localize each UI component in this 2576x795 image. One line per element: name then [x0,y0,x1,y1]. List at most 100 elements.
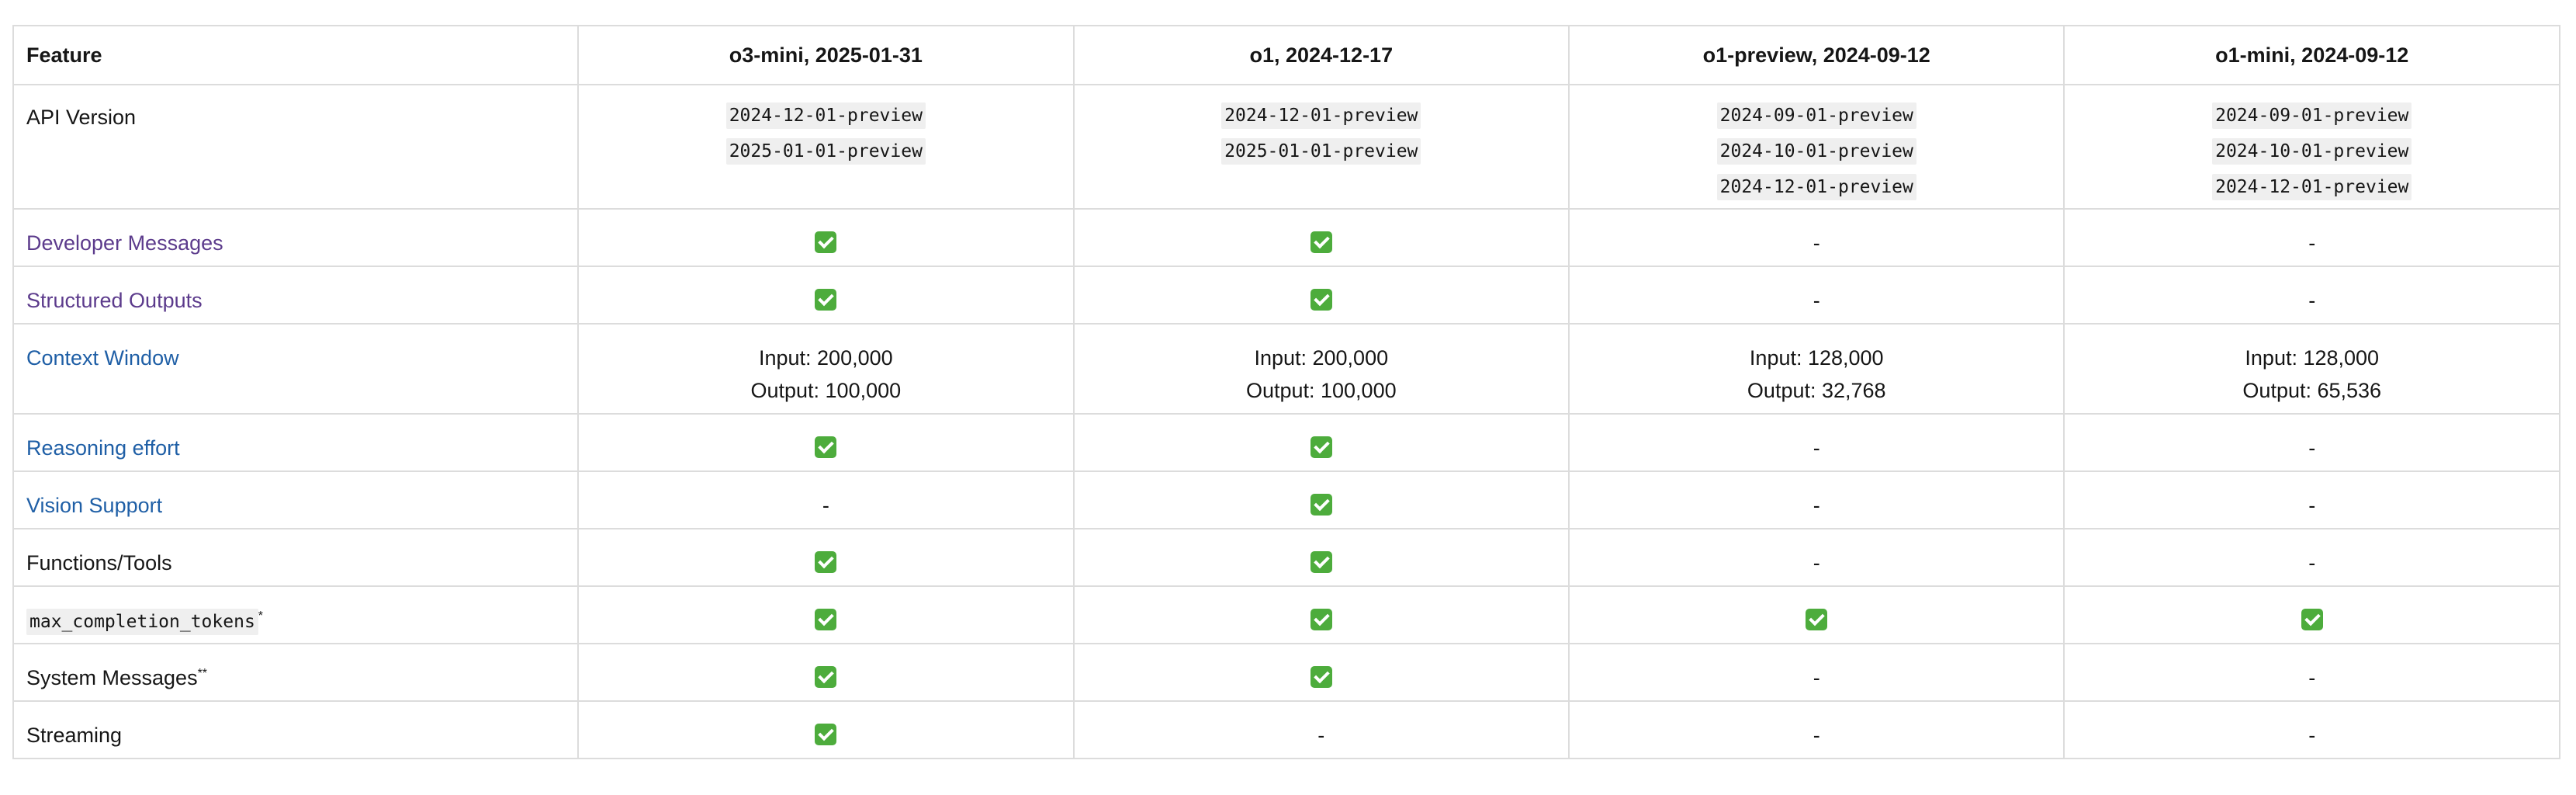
cell-value: ✅ [1072,266,1570,325]
check-mark-icon: ✅ [815,608,837,630]
check-mark-icon: ✅ [815,723,837,745]
cell-value: - [2063,528,2560,587]
dash-mark: - [1317,724,1325,747]
cell-context-o1: Input: 200,000 Output: 100,000 [1072,323,1570,415]
row-structured-outputs: Structured Outputs ✅ ✅ - - [12,266,2560,325]
dash-mark: - [2308,436,2316,460]
system-messages-text: System Messages [26,666,198,689]
footnote-marker: * [258,609,264,623]
check-mark-icon: ✅ [815,436,837,458]
api-version-code: 2024-12-01-preview [2212,174,2412,200]
cell-value: ✅ [577,413,1075,472]
check-mark-icon: ✅ [1310,288,1332,311]
label-api-version: API Version [12,84,580,210]
cell-value: ✅ [577,208,1075,267]
label-context-window: Context Window [12,323,580,415]
dash-mark: - [2308,724,2316,747]
row-functions-tools: Functions/Tools ✅ ✅ - - [12,528,2560,587]
api-version-code: 2024-09-01-preview [1716,102,1916,129]
context-window-link[interactable]: Context Window [26,346,179,370]
api-version-code: 2025-01-01-preview [725,138,926,165]
context-input: Input: 200,000 [758,346,893,370]
dash-mark: - [2308,494,2316,517]
dash-mark: - [1813,494,1820,517]
context-input: Input: 200,000 [1254,346,1389,370]
table-header: Feature o3-mini, 2025-01-31 o1, 2024-12-… [12,25,2560,85]
cell-value: ✅ [577,585,1075,644]
dash-mark: - [1813,231,1820,255]
cell-value: - [1568,208,2065,267]
row-max-completion-tokens: max_completion_tokens* ✅ ✅ ✅ ✅ [12,585,2560,644]
cell-value: - [1568,643,2065,702]
structured-outputs-link[interactable]: Structured Outputs [26,289,203,312]
label-developer-messages: Developer Messages [12,208,580,267]
label-reasoning-effort: Reasoning effort [12,413,580,472]
reasoning-effort-link[interactable]: Reasoning effort [26,436,180,460]
context-output: Output: 65,536 [2242,379,2382,402]
row-vision-support: Vision Support - ✅ - - [12,470,2560,529]
label-structured-outputs: Structured Outputs [12,266,580,325]
header-o1: o1, 2024-12-17 [1072,25,1570,85]
row-api-version: API Version 2024-12-01-preview 2025-01-0… [12,84,2560,210]
cell-value: ✅ [2063,585,2560,644]
cell-value: ✅ [577,528,1075,587]
cell-value: ✅ [1072,585,1570,644]
dash-mark: - [1813,666,1820,689]
api-version-code: 2024-10-01-preview [1716,138,1916,165]
check-mark-icon: ✅ [1310,665,1332,688]
cell-value: ✅ [1072,643,1570,702]
table-body: API Version 2024-12-01-preview 2025-01-0… [12,84,2560,759]
label-functions-tools: Functions/Tools [12,528,580,587]
cell-value: - [2063,700,2560,759]
cell-value: - [1072,700,1570,759]
cell-api-o3-mini: 2024-12-01-preview 2025-01-01-preview [577,84,1075,210]
check-mark-icon: ✅ [1310,550,1332,573]
cell-value: ✅ [1072,413,1570,472]
api-version-code: 2024-09-01-preview [2212,102,2412,129]
dash-mark: - [1813,724,1820,747]
cell-value: - [2063,413,2560,472]
dash-mark: - [2308,231,2316,255]
cell-context-o3-mini: Input: 200,000 Output: 100,000 [577,323,1075,415]
header-o1-mini: o1-mini, 2024-09-12 [2063,25,2560,85]
cell-context-o1-mini: Input: 128,000 Output: 65,536 [2063,323,2560,415]
cell-value: - [1568,266,2065,325]
api-version-code: 2024-10-01-preview [2212,138,2412,165]
cell-api-o1: 2024-12-01-preview 2025-01-01-preview [1072,84,1570,210]
header-row: Feature o3-mini, 2025-01-31 o1, 2024-12-… [12,25,2560,85]
cell-value: - [1568,528,2065,587]
developer-messages-link[interactable]: Developer Messages [26,231,223,255]
cell-value: ✅ [1072,470,1570,529]
label-system-messages: System Messages** [12,643,580,702]
vision-support-link[interactable]: Vision Support [26,494,162,517]
label-streaming: Streaming [12,700,580,759]
context-input: Input: 128,000 [1749,346,1884,370]
context-output: Output: 100,000 [750,379,902,402]
dash-mark: - [2308,551,2316,575]
header-o3-mini: o3-mini, 2025-01-31 [577,25,1075,85]
check-mark-icon: ✅ [1310,231,1332,253]
header-feature: Feature [12,25,580,85]
cell-context-o1-preview: Input: 128,000 Output: 32,768 [1568,323,2065,415]
api-version-code: 2024-12-01-preview [1221,102,1421,129]
label-vision-support: Vision Support [12,470,580,529]
dash-mark: - [1813,551,1820,575]
check-mark-icon: ✅ [1310,493,1332,516]
api-version-code: 2024-12-01-preview [725,102,926,129]
row-context-window: Context Window Input: 200,000 Output: 10… [12,323,2560,415]
cell-value: - [577,470,1075,529]
header-o1-preview: o1-preview, 2024-09-12 [1568,25,2065,85]
cell-api-o1-mini: 2024-09-01-preview 2024-10-01-preview 20… [2063,84,2560,210]
label-max-completion-tokens: max_completion_tokens * [12,585,580,644]
context-input: Input: 128,000 [2245,346,2380,370]
row-developer-messages: Developer Messages ✅ ✅ - - [12,208,2560,267]
api-version-code: 2024-12-01-preview [1716,174,1916,200]
cell-value: ✅ [577,700,1075,759]
api-version-code: 2025-01-01-preview [1221,138,1421,165]
cell-value: ✅ [577,643,1075,702]
check-mark-icon: ✅ [815,665,837,688]
check-mark-icon: ✅ [1806,608,1828,630]
cell-value: ✅ [1568,585,2065,644]
context-output: Output: 100,000 [1245,379,1397,402]
row-streaming: Streaming ✅ - - - [12,700,2560,759]
